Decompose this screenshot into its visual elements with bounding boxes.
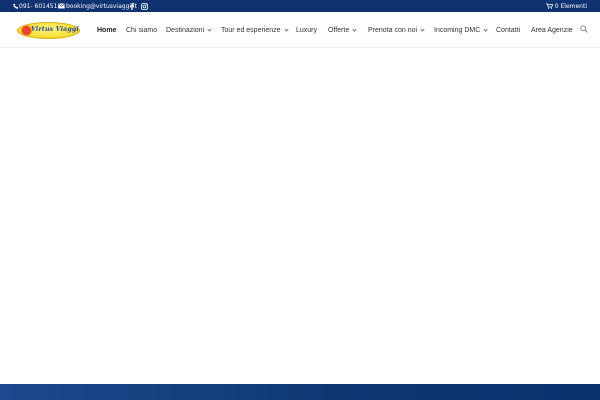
phone-number: 091- 6014515 [19, 2, 62, 10]
nav-tour-ed-esperienze[interactable]: Tour ed esperienze [221, 24, 289, 36]
nav-incoming-label: Incoming DMC [434, 26, 481, 34]
chevron-down-icon [483, 26, 488, 32]
nav-luxury-label: Luxury [296, 26, 318, 34]
nav-contatti-label: Contatti [496, 26, 521, 34]
footer-band [0, 384, 600, 400]
email-contact[interactable]: booking@virtusviaggi.it [58, 0, 137, 12]
nav-contatti[interactable]: Contatti [496, 24, 520, 36]
chevron-down-icon [207, 26, 212, 32]
instagram-link[interactable] [141, 0, 148, 12]
search-icon[interactable] [580, 25, 588, 33]
nav-destinazioni[interactable]: Destinazioni [166, 24, 212, 36]
hero-area [0, 48, 600, 384]
nav-prenota-con-noi[interactable]: Prenota con noi [368, 24, 425, 36]
nav-destinazioni-label: Destinazioni [166, 26, 205, 34]
nav-offerte-label: Offerte [328, 26, 350, 34]
chevron-down-icon [352, 26, 357, 32]
facebook-link[interactable] [130, 0, 134, 12]
chevron-down-icon [420, 26, 425, 32]
logo-text: Virtus Viaggi [31, 26, 79, 33]
main-header: Virtus Viaggi Home Chi siamo Destinazion… [0, 12, 600, 48]
cart-link[interactable]: 0 Elementi [545, 0, 587, 12]
sun-icon [22, 26, 31, 35]
nav-prenota-label: Prenota con noi [368, 26, 418, 34]
nav-home[interactable]: Home [97, 24, 116, 36]
nav-home-label: Home [97, 26, 117, 34]
facebook-icon [130, 2, 134, 10]
logo[interactable]: Virtus Viaggi [17, 22, 80, 39]
nav-offerte[interactable]: Offerte [328, 24, 357, 36]
cart-count: 0 Elementi [554, 2, 587, 10]
nav-incoming-dmc[interactable]: Incoming DMC [434, 24, 488, 36]
chevron-down-icon [283, 26, 289, 32]
nav-area-agenzie[interactable]: Area Agenzie [531, 24, 573, 36]
top-bar: 091- 6014515 booking@virtusviaggi.it 0 E… [0, 0, 600, 12]
nav-luxury[interactable]: Luxury [296, 24, 317, 36]
phone-contact[interactable]: 091- 6014515 [13, 0, 61, 12]
nav-area-agenzie-label: Area Agenzie [531, 26, 573, 34]
nav-chi-siamo[interactable]: Chi siamo [126, 24, 157, 36]
nav-chi-siamo-label: Chi siamo [126, 26, 158, 34]
envelope-icon [58, 3, 65, 9]
cart-icon [545, 3, 553, 9]
instagram-icon [141, 2, 148, 10]
email-address: booking@virtusviaggi.it [66, 2, 137, 10]
nav-tour-label: Tour ed esperienze [221, 26, 281, 34]
